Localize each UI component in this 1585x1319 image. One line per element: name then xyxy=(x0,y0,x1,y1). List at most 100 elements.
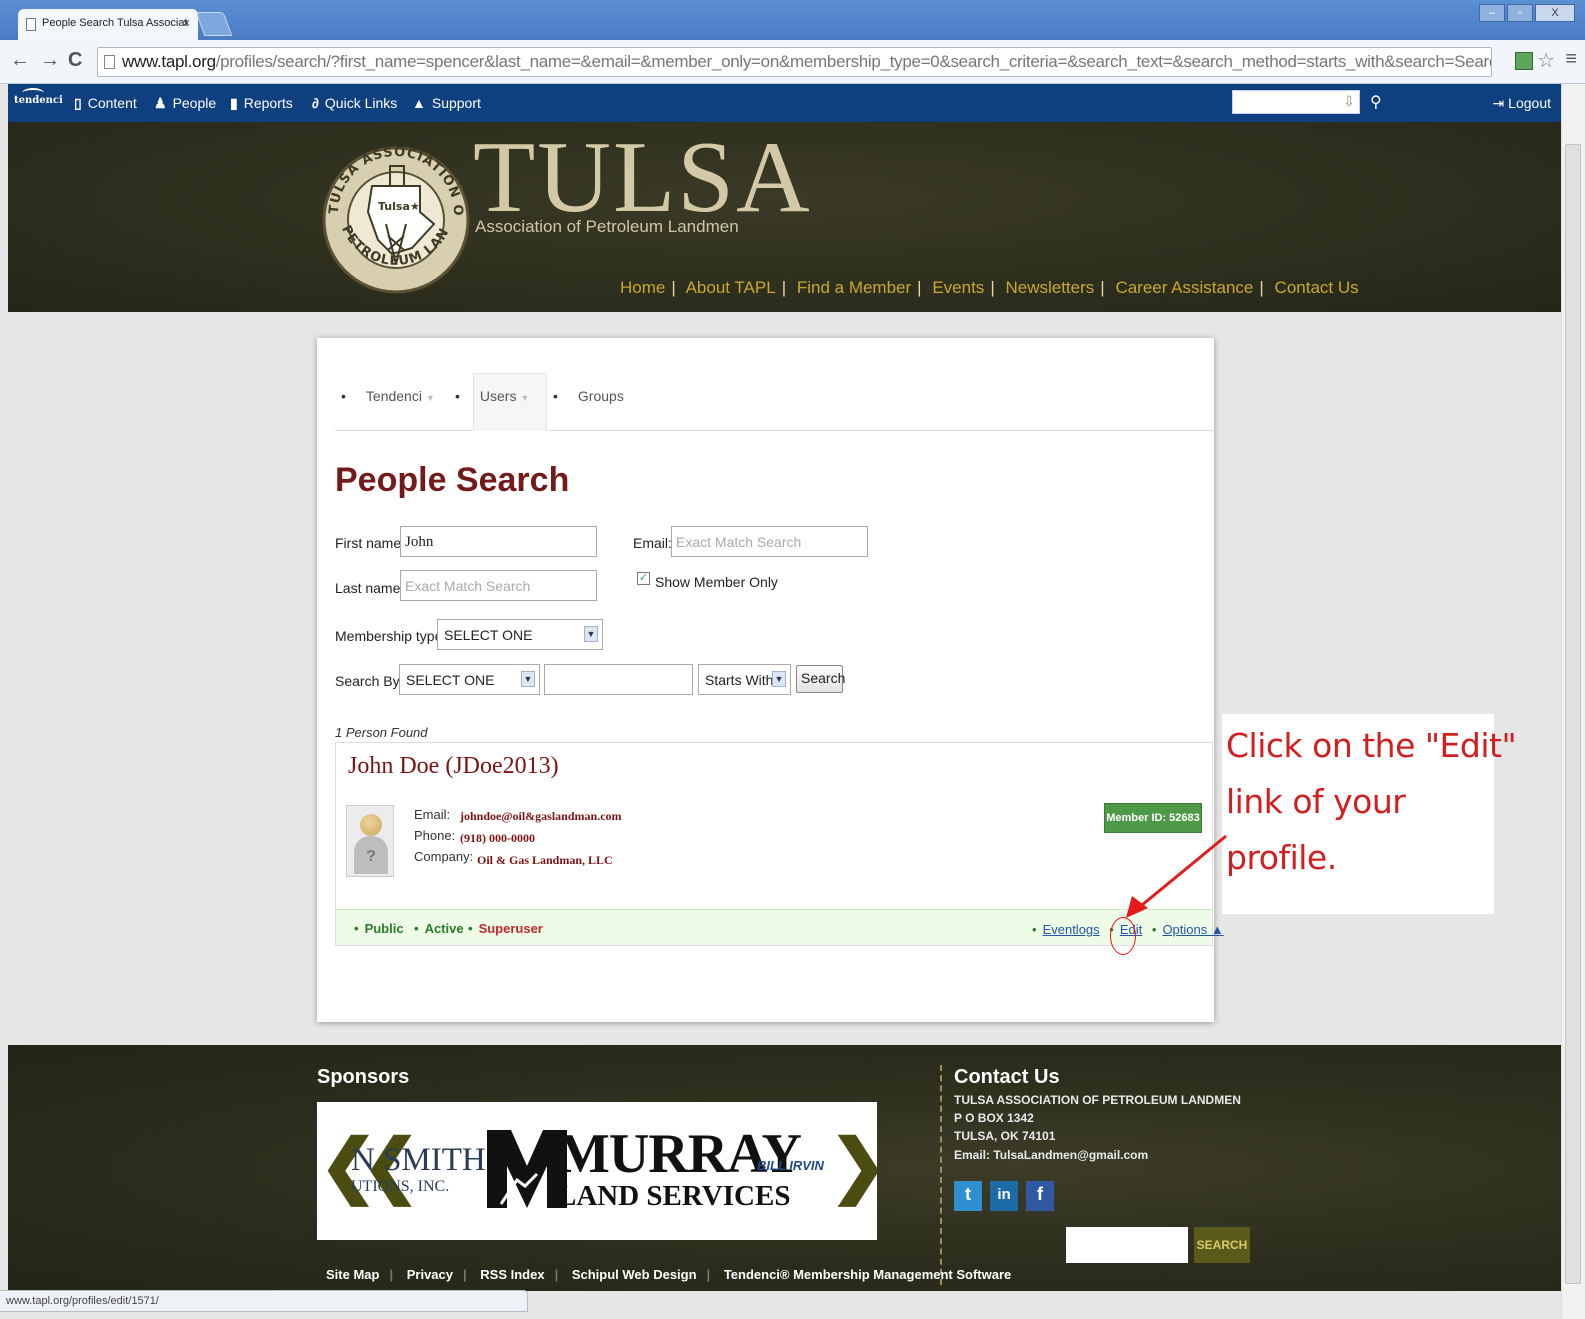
footer-link-rss[interactable]: RSS Index xyxy=(480,1267,544,1282)
subnav-label: Users xyxy=(479,388,517,404)
facebook-icon[interactable]: f xyxy=(1026,1181,1054,1211)
sponsors-title: Sponsors xyxy=(317,1066,410,1088)
status-label: Active xyxy=(424,921,464,936)
nav-career[interactable]: Career Assistance xyxy=(1115,278,1253,297)
bullet: • xyxy=(414,921,419,936)
back-arrow-icon[interactable]: ← xyxy=(10,49,30,72)
menu-icon[interactable]: ≡ xyxy=(1565,48,1577,71)
forward-arrow-icon[interactable]: → xyxy=(40,49,60,72)
subnav-tendenci[interactable]: • Tendenci ▼ xyxy=(341,388,435,404)
admin-menu-label: Support xyxy=(431,95,481,111)
footer-link-sitemap[interactable]: Site Map xyxy=(326,1267,379,1282)
contact-email[interactable]: Email: TulsaLandmen@gmail.com xyxy=(954,1148,1148,1162)
logout-label: Logout xyxy=(1508,95,1551,111)
admin-support-menu[interactable]: ▲ Support xyxy=(412,95,481,111)
first-name-label: First name: xyxy=(335,535,406,551)
bookmark-star-icon[interactable]: ☆ xyxy=(1537,48,1555,73)
scrollbar[interactable] xyxy=(1561,84,1585,1319)
tapl-seal-logo[interactable]: TULSA ASSOCIATION OF PETROLEUM LANDMEN T… xyxy=(320,124,470,300)
logout-button[interactable]: ⇥ Logout xyxy=(1493,95,1551,112)
footer-separator: | xyxy=(706,1267,711,1282)
site-footer: Sponsors ❮❮ N SMITH UTIONS, INC. MURRAY … xyxy=(8,1045,1561,1291)
minimize-button[interactable]: – xyxy=(1479,4,1505,22)
member-id-badge: Member ID: 52683 xyxy=(1104,803,1202,833)
contact-city: TULSA, OK 74101 xyxy=(954,1129,1056,1143)
content-card: • Tendenci ▼ • Users ▼ • Groups People Search… xyxy=(317,338,1224,1022)
page-icon xyxy=(26,18,36,31)
carousel-next-icon[interactable]: ❯❯ xyxy=(829,1130,877,1200)
annotation-callout: Click on the "Edit" link of your profile… xyxy=(1222,714,1517,914)
show-member-only-checkbox[interactable]: ✓ xyxy=(637,572,650,585)
results-count: 1 Person Found xyxy=(335,725,428,740)
subnav-users[interactable]: • Users ▼ xyxy=(455,388,529,404)
tendenci-logo[interactable]: tendenci xyxy=(14,88,63,106)
reload-icon[interactable]: C xyxy=(68,49,82,72)
search-button[interactable]: Search xyxy=(796,665,845,693)
sponsor-smith-text: N SMITH xyxy=(351,1142,486,1178)
bullet: • xyxy=(354,921,359,936)
close-window-button[interactable]: X xyxy=(1535,4,1575,22)
sponsors-carousel[interactable]: ❮❮ N SMITH UTIONS, INC. MURRAY LAND SERV… xyxy=(317,1102,877,1240)
footer-search-input[interactable] xyxy=(1066,1227,1188,1263)
admin-quick-links-menu[interactable]: ∂ Quick Links xyxy=(312,95,397,111)
nav-contact[interactable]: Contact Us xyxy=(1275,278,1359,297)
nav-events[interactable]: Events xyxy=(932,278,984,297)
status-active: • Active xyxy=(414,921,464,936)
admin-reports-menu[interactable]: ▮ Reports xyxy=(230,95,293,112)
contact-org: TULSA ASSOCIATION OF PETROLEUM LANDMEN xyxy=(954,1093,1241,1107)
new-tab-button[interactable] xyxy=(195,12,233,36)
avatar-head xyxy=(360,814,382,836)
result-company: Oil & Gas Landman, LLC xyxy=(477,853,613,867)
admin-people-menu[interactable]: ♟ People xyxy=(154,95,216,112)
close-tab-icon[interactable]: × xyxy=(183,16,190,30)
url-path: /profiles/search/?first_name=spencer&las… xyxy=(215,52,1492,71)
subnav-groups[interactable]: • Groups xyxy=(553,388,624,404)
search-method-select[interactable]: Starts With ▼ xyxy=(698,664,791,695)
microphone-icon[interactable]: ⇩ xyxy=(1343,93,1355,110)
user-icon: ♟ xyxy=(154,95,167,111)
nav-newsletters[interactable]: Newsletters xyxy=(1005,278,1094,297)
nav-home[interactable]: Home xyxy=(620,278,665,297)
last-name-input[interactable]: Exact Match Search xyxy=(400,570,597,601)
contact-po-box: P O BOX 1342 xyxy=(954,1111,1034,1125)
footer-search-button[interactable]: SEARCH xyxy=(1194,1227,1250,1263)
result-email-link[interactable]: johndoe@oil&gaslandman.com xyxy=(460,809,622,824)
select-value: SELECT ONE xyxy=(444,627,533,643)
sub-navigation: • Tendenci ▼ • Users ▼ • Groups xyxy=(335,373,1215,431)
browser-tab[interactable]: People Search Tulsa Associat × xyxy=(18,9,198,40)
linkedin-icon[interactable]: in xyxy=(990,1181,1018,1211)
result-email-label: Email: xyxy=(414,807,451,822)
footer-link-schipul[interactable]: Schipul Web Design xyxy=(572,1267,697,1282)
membership-type-select[interactable]: SELECT ONE ▼ xyxy=(437,619,603,650)
maximize-button[interactable]: ▫ xyxy=(1507,4,1533,22)
admin-content-menu[interactable]: ▯ Content xyxy=(74,95,137,112)
admin-search-input[interactable]: ⇩ xyxy=(1232,90,1360,114)
annotation-line-2: link of your xyxy=(1226,782,1406,821)
url-field[interactable]: www.tapl.org/profiles/search/?first_name… xyxy=(97,47,1492,77)
url-host: www.tapl.org xyxy=(122,52,216,71)
select-value: Starts With xyxy=(705,672,774,688)
dropdown-arrow-icon: ▼ xyxy=(772,671,786,687)
scrollbar-thumb[interactable] xyxy=(1565,144,1581,1284)
extension-icon[interactable] xyxy=(1515,52,1533,70)
search-icon[interactable]: ⚲ xyxy=(1370,92,1382,112)
nav-separator: | xyxy=(917,278,922,297)
result-company-label: Company: xyxy=(414,849,474,864)
search-text-input[interactable] xyxy=(544,664,693,695)
search-by-select[interactable]: SELECT ONE ▼ xyxy=(399,664,540,695)
caret-down-icon: ▼ xyxy=(425,393,435,403)
email-input[interactable]: Exact Match Search xyxy=(671,526,868,557)
nav-about[interactable]: About TAPL xyxy=(686,278,776,297)
footer-link-privacy[interactable]: Privacy xyxy=(407,1267,453,1282)
footer-separator: | xyxy=(463,1267,467,1282)
search-by-label: Search By: xyxy=(335,673,404,689)
sponsor-smith-subtext: UTIONS, INC. xyxy=(351,1178,450,1195)
footer-link-tendenci[interactable]: Tendenci® Membership Management Software xyxy=(724,1267,1011,1282)
nav-find-member[interactable]: Find a Member xyxy=(797,278,911,297)
eventlogs-link[interactable]: Eventlogs xyxy=(1043,922,1100,937)
twitter-icon[interactable]: t xyxy=(954,1181,982,1211)
footer-separator: | xyxy=(389,1267,394,1282)
first-name-input[interactable]: John xyxy=(400,526,597,557)
result-name-link[interactable]: John Doe (JDoe2013) xyxy=(348,753,559,780)
subnav-label: Tendenci xyxy=(365,388,422,404)
